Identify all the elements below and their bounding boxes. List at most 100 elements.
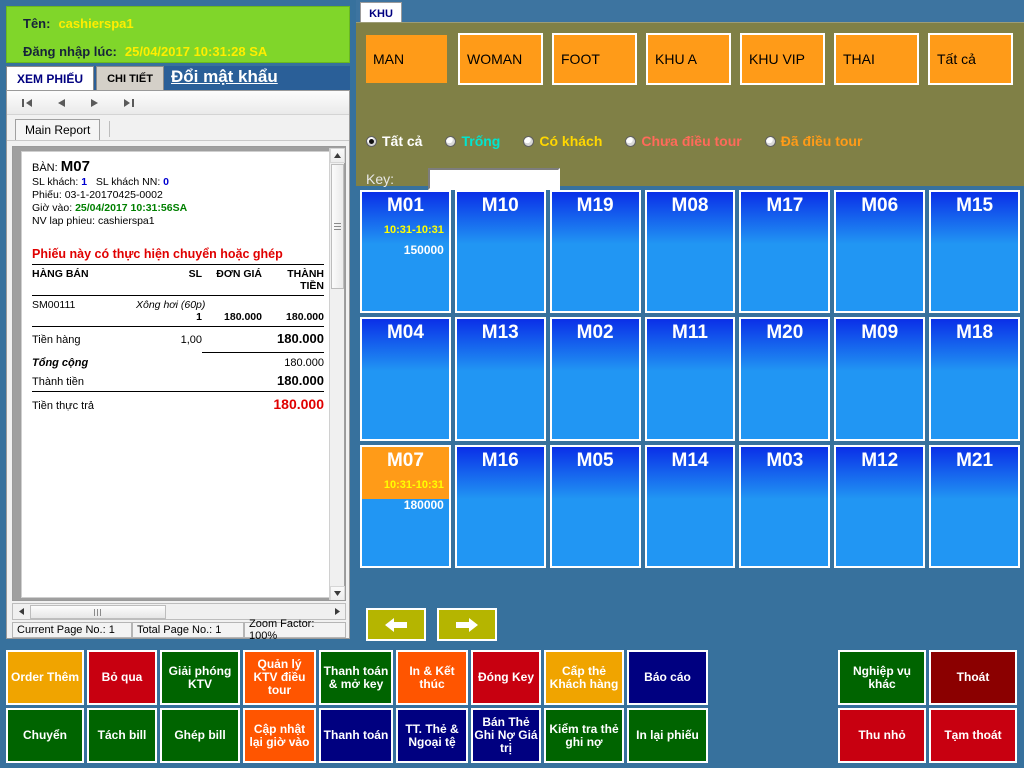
report-status-bar: Current Page No.: 1 Total Page No.: 1 Zo… <box>12 622 346 638</box>
table-cell-M03[interactable]: M03 <box>739 445 830 568</box>
table-cell-M02[interactable]: M02 <box>550 317 641 440</box>
tab-khu[interactable]: KHU <box>360 2 402 24</box>
filter-radio-3[interactable]: Chưa điều tour <box>625 133 741 149</box>
zone-button-label: Tất cả <box>937 51 976 67</box>
action-button-in-l-i-phi-u[interactable]: In lại phiếu <box>627 708 708 763</box>
zone-button-label: KHU A <box>655 51 697 67</box>
key-input[interactable] <box>428 168 560 190</box>
zone-button-man[interactable]: MAN <box>364 33 449 85</box>
table-cell-M16[interactable]: M16 <box>455 445 546 568</box>
zone-button-foot[interactable]: FOOT <box>552 33 637 85</box>
table-cell-M08[interactable]: M08 <box>645 190 736 313</box>
action-button-gi-i-ph-ng-ktv[interactable]: Giải phóng KTV <box>160 650 240 705</box>
filter-radio-1[interactable]: Trống <box>445 133 500 149</box>
scroll-down-icon[interactable] <box>330 586 345 601</box>
action-button-thanh-to-n[interactable]: Thanh toán <box>319 708 393 763</box>
change-password-link[interactable]: Đổi mật khẩu <box>171 64 278 90</box>
zone-button-khu-a[interactable]: KHU A <box>646 33 731 85</box>
filter-radio-0[interactable]: Tất cả <box>366 133 422 149</box>
table-cell-M21[interactable]: M21 <box>929 445 1020 568</box>
action-button-b-o-c-o[interactable]: Báo cáo <box>627 650 708 705</box>
radio-button-icon[interactable] <box>625 136 636 147</box>
receipt-item-amounts: 1 180.000 180.000 <box>32 311 324 323</box>
table-cell-M10[interactable]: M10 <box>455 190 546 313</box>
action-button-order-th-m[interactable]: Order Thêm <box>6 650 84 705</box>
action-button-c-p-nh-t-l-i-gi-v-o[interactable]: Cập nhật lại giờ vào <box>243 708 316 763</box>
scroll-grip-icon <box>334 223 341 230</box>
action-button-b-n-th-ghi-n-gi-tr[interactable]: Bán Thẻ Ghi Nợ Giá trị <box>471 708 541 763</box>
zone-button-thai[interactable]: THAI <box>834 33 919 85</box>
table-cell-name: M03 <box>741 447 828 499</box>
login-name-row: Tên: cashierspa1 <box>7 11 349 35</box>
first-page-icon[interactable] <box>21 97 33 109</box>
grid-prev-button[interactable] <box>366 608 426 641</box>
radio-button-icon[interactable] <box>523 136 534 147</box>
action-button-thanh-to-n-m-key[interactable]: Thanh toán & mở key <box>319 650 393 705</box>
radio-button-icon[interactable] <box>765 136 776 147</box>
filter-radio-label: Trống <box>461 133 500 149</box>
action-button-tho-t[interactable]: Thoát <box>929 650 1017 705</box>
scroll-up-icon[interactable] <box>330 148 345 163</box>
grid-next-button[interactable] <box>437 608 497 641</box>
item-amount: 180.000 <box>262 311 324 323</box>
scroll-left-icon[interactable] <box>13 604 29 619</box>
total-label: Thành tiền <box>32 376 136 388</box>
table-cell-M15[interactable]: M15 <box>929 190 1020 313</box>
receipt-table-value: M07 <box>61 158 90 175</box>
action-button-thu-nh[interactable]: Thu nhỏ <box>838 708 926 763</box>
table-cell-M14[interactable]: M14 <box>645 445 736 568</box>
table-cell-M20[interactable]: M20 <box>739 317 830 440</box>
table-cell-M17[interactable]: M17 <box>739 190 830 313</box>
last-page-icon[interactable] <box>123 97 135 109</box>
table-cell-M01[interactable]: M0110:31-10:31150000 <box>360 190 451 313</box>
radio-button-icon[interactable] <box>445 136 456 147</box>
report-nav-toolbar <box>7 91 349 115</box>
action-button-b-qua[interactable]: Bỏ qua <box>87 650 157 705</box>
action-button-t-m-tho-t[interactable]: Tạm thoát <box>929 708 1017 763</box>
filter-radio-label: Chưa điều tour <box>641 133 741 149</box>
table-cell-M05[interactable]: M05 <box>550 445 641 568</box>
main-report-tab[interactable]: Main Report <box>15 119 100 140</box>
report-vertical-scrollbar[interactable] <box>329 148 344 601</box>
horizontal-scroll-thumb[interactable] <box>30 605 166 619</box>
filter-radio-4[interactable]: Đã điều tour <box>765 133 863 149</box>
filter-radio-2[interactable]: Có khách <box>523 133 602 149</box>
table-cell-M04[interactable]: M04 <box>360 317 451 440</box>
table-cell-M07[interactable]: M0710:31-10:31180000 <box>360 445 451 568</box>
previous-page-icon[interactable] <box>55 97 67 109</box>
guest-foreign-label: SL khách NN: <box>96 176 160 188</box>
login-name-value: cashierspa1 <box>58 16 133 31</box>
table-cell-M06[interactable]: M06 <box>834 190 925 313</box>
action-button-chuy-n[interactable]: Chuyển <box>6 708 84 763</box>
current-page-status: Current Page No.: 1 <box>12 622 132 638</box>
tab-chi-tiet[interactable]: CHI TIẾT <box>96 66 164 90</box>
action-button-c-p-th-kh-ch-h-ng[interactable]: Cấp thẻ Khách hàng <box>544 650 624 705</box>
action-button-qu-n-l-ktv-i-u-tour[interactable]: Quản lý KTV điều tour <box>243 650 316 705</box>
table-cell-M18[interactable]: M18 <box>929 317 1020 440</box>
action-button-gh-p-bill[interactable]: Ghép bill <box>160 708 240 763</box>
action-button-nghi-p-v-kh-c[interactable]: Nghiệp vụ khác <box>838 650 926 705</box>
paid-label: Tiền thực trả <box>32 400 136 412</box>
receipt-guest-line: SL khách: 1 SL khách NN: 0 <box>32 176 324 188</box>
key-label: Key: <box>366 171 428 187</box>
table-cell-M09[interactable]: M09 <box>834 317 925 440</box>
action-button-tt-th-ngo-i-t[interactable]: TT. Thẻ & Ngoại tệ <box>396 708 468 763</box>
zone-button-khu-vip[interactable]: KHU VIP <box>740 33 825 85</box>
zone-button-tất-cả[interactable]: Tất cả <box>928 33 1013 85</box>
radio-button-icon[interactable] <box>366 136 377 147</box>
table-cell-M12[interactable]: M12 <box>834 445 925 568</box>
table-cell-M13[interactable]: M13 <box>455 317 546 440</box>
action-button-in-k-t-th-c[interactable]: In & Kết thúc <box>396 650 468 705</box>
zone-selection-area: MANWOMANFOOT KHU A KHU VIPTHAI Tất cả Tất c… <box>356 22 1024 186</box>
table-cell-M11[interactable]: M11 <box>645 317 736 440</box>
action-button-ki-m-tra-th-ghi-n[interactable]: Kiểm tra thẻ ghi nợ <box>544 708 624 763</box>
item-code: SM00111 <box>32 299 136 311</box>
table-cell-M19[interactable]: M19 <box>550 190 641 313</box>
action-button-ng-key[interactable]: Đóng Key <box>471 650 541 705</box>
scroll-right-icon[interactable] <box>329 604 345 619</box>
action-button-t-ch-bill[interactable]: Tách bill <box>87 708 157 763</box>
next-page-icon[interactable] <box>89 97 101 109</box>
tab-xem-phieu[interactable]: XEM PHIẾU <box>6 66 94 90</box>
vertical-scroll-thumb[interactable] <box>331 164 344 289</box>
zone-button-woman[interactable]: WOMAN <box>458 33 543 85</box>
